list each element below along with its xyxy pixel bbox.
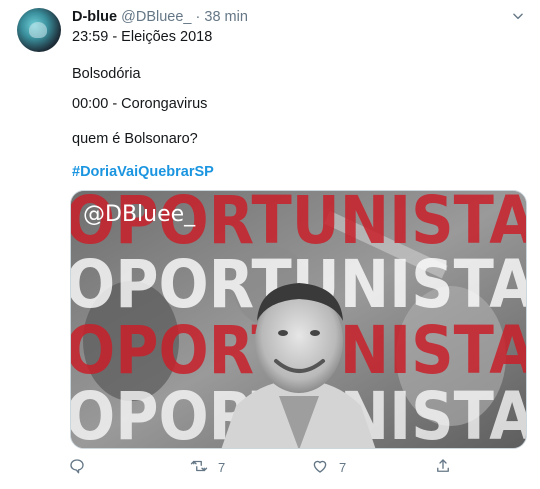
tweet-text-line: quem é Bolsonaro? bbox=[72, 131, 198, 147]
poster-graphic: OPORTUNISTA OPORTUNISTA OPORTUNISTA OPOR… bbox=[71, 191, 526, 448]
tweet-text-line: 00:00 - Corongavirus bbox=[72, 96, 208, 112]
avatar[interactable] bbox=[17, 8, 61, 52]
like-button[interactable]: 7 bbox=[311, 456, 346, 478]
heart-icon bbox=[311, 457, 329, 478]
separator-dot: · bbox=[195, 9, 201, 25]
reply-icon bbox=[68, 457, 86, 478]
share-icon bbox=[434, 457, 452, 478]
reply-button[interactable] bbox=[68, 456, 96, 478]
retweet-count: 7 bbox=[218, 459, 226, 475]
like-count: 7 bbox=[339, 459, 347, 475]
tweet-image[interactable]: OPORTUNISTA OPORTUNISTA OPORTUNISTA OPOR… bbox=[70, 190, 527, 449]
tweet-header: D-blue @DBluee_ · 38 min bbox=[72, 9, 248, 25]
author-handle[interactable]: @DBluee_ bbox=[121, 9, 191, 25]
retweet-button[interactable]: 7 bbox=[190, 456, 225, 478]
hashtag-link[interactable]: #DoriaVaiQuebrarSP bbox=[72, 164, 214, 180]
tweet-text-line: Bolsodória bbox=[72, 66, 141, 82]
tweet[interactable]: D-blue @DBluee_ · 38 min 23:59 - Eleiçõe… bbox=[0, 0, 540, 489]
author-name[interactable]: D-blue bbox=[72, 9, 117, 25]
tweet-timestamp[interactable]: 38 min bbox=[204, 9, 248, 25]
retweet-icon bbox=[190, 457, 208, 478]
share-button[interactable] bbox=[434, 456, 462, 478]
tweet-actions: 7 7 bbox=[68, 456, 488, 478]
tweet-text-line: 23:59 - Eleições 2018 bbox=[72, 29, 213, 45]
image-watermark: @DBluee_ bbox=[83, 202, 196, 227]
chevron-down-icon[interactable] bbox=[510, 9, 526, 25]
